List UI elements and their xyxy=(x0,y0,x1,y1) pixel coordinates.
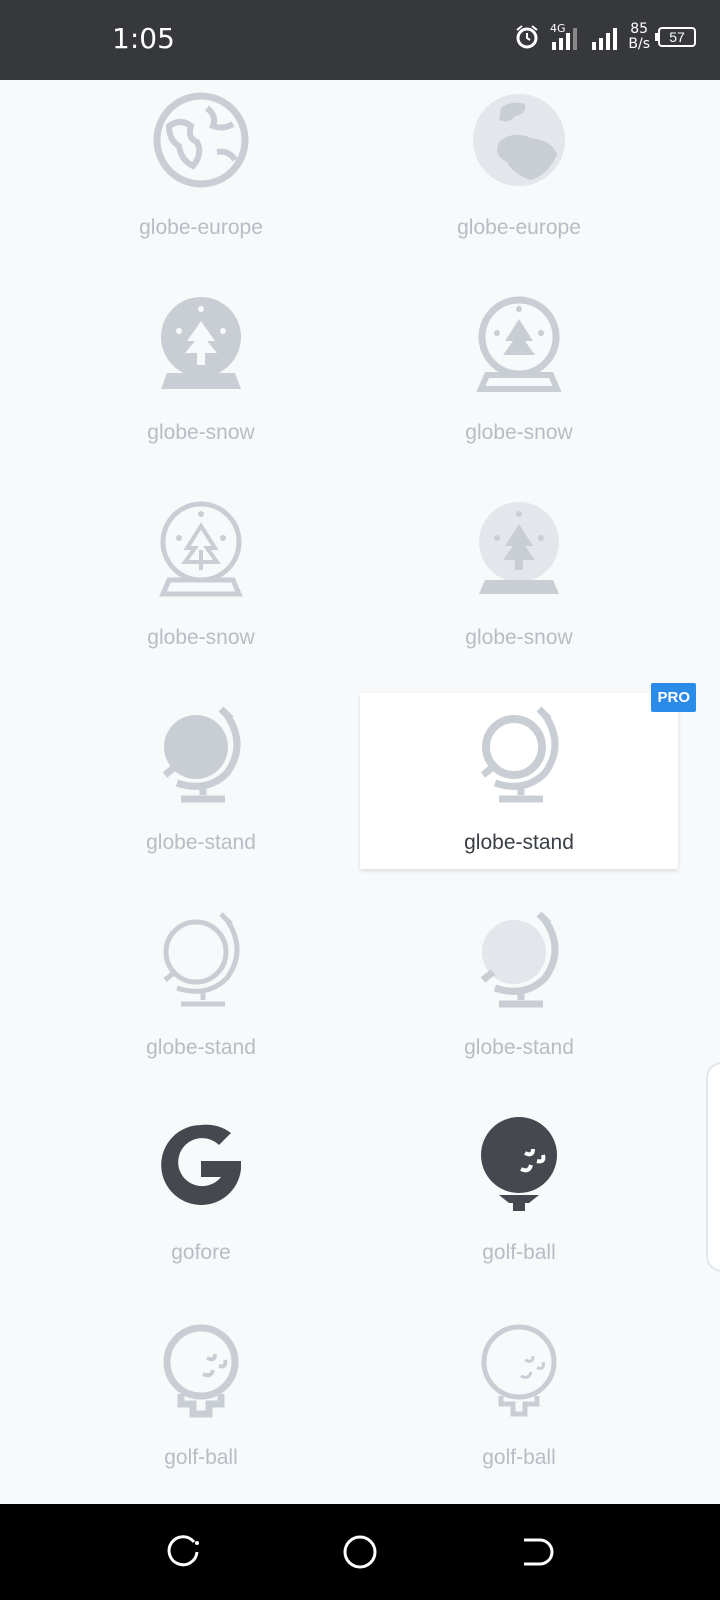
globe-europe-icon-outline xyxy=(153,92,249,188)
globe-snow-icon-duotone xyxy=(479,502,559,594)
golf-ball-icon-regular xyxy=(163,1324,239,1418)
icon-tile[interactable]: globe-stand xyxy=(42,898,360,1074)
icon-tile[interactable]: globe-stand xyxy=(42,693,360,869)
icon-tile[interactable]: globe-snow xyxy=(42,488,360,664)
icon-label: globe-snow xyxy=(465,626,573,649)
icon-tile[interactable]: gofore xyxy=(42,1103,360,1279)
network-speed-unit: B/s xyxy=(628,36,650,52)
globe-snow-icon-light xyxy=(159,501,243,597)
icon-label: globe-europe xyxy=(139,216,263,239)
signal-icon xyxy=(592,28,618,50)
icon-label: golf-ball xyxy=(482,1446,556,1469)
status-right: 4G 85 B/s 57 xyxy=(514,22,696,52)
icon-label: globe-snow xyxy=(147,421,255,444)
icon-label: globe-snow xyxy=(465,421,573,444)
globe-stand-icon-solid xyxy=(162,706,241,803)
icon-label: globe-stand xyxy=(146,1036,256,1059)
icon-tile[interactable]: globe-stand xyxy=(360,898,678,1074)
icon-grid-scroll[interactable]: globe-europe globe-europe globe-snow glo… xyxy=(0,80,720,1504)
status-time: 1:05 xyxy=(112,22,175,55)
battery-icon: 57 xyxy=(655,27,696,47)
icon-tile[interactable]: globe-snow xyxy=(360,283,678,459)
icon-tile[interactable]: golf-ball xyxy=(360,1103,678,1279)
globe-europe-icon-duotone xyxy=(473,94,565,186)
pro-badge: PRO xyxy=(651,683,696,712)
back-icon[interactable] xyxy=(516,1532,556,1572)
network-speed: 85 B/s xyxy=(628,22,650,52)
home-icon[interactable] xyxy=(340,1532,380,1572)
icon-label: globe-stand xyxy=(464,1036,574,1059)
icon-tile[interactable]: golf-ball xyxy=(360,1308,678,1484)
signal-4g-icon: 4G xyxy=(550,22,578,50)
side-panel-handle[interactable] xyxy=(706,1062,720,1272)
icon-tile[interactable]: globe-europe xyxy=(42,80,360,254)
globe-stand-icon-light xyxy=(163,912,240,1007)
globe-snow-icon-solid xyxy=(161,297,241,389)
alarm-icon xyxy=(516,25,538,49)
icon-tile[interactable]: globe-europe xyxy=(360,80,678,254)
status-bar: 1:05 4G 85 B/s 57 xyxy=(0,0,720,80)
icon-tile[interactable]: golf-ball xyxy=(42,1308,360,1484)
network-speed-value: 85 xyxy=(630,21,649,37)
globe-snow-icon-regular xyxy=(476,296,562,392)
navigation-bar xyxy=(0,1504,720,1600)
recent-apps-icon[interactable] xyxy=(164,1532,204,1572)
svg-text:4G: 4G xyxy=(550,22,566,35)
icon-label: globe-europe xyxy=(457,216,581,239)
icon-tile[interactable]: globe-stand PRO xyxy=(360,683,696,869)
icon-tile[interactable]: globe-snow xyxy=(360,488,678,664)
icon-label: globe-snow xyxy=(147,626,255,649)
icon-tile[interactable]: globe-snow xyxy=(42,283,360,459)
globe-stand-icon-duotone xyxy=(480,911,559,1008)
golf-ball-icon-light xyxy=(481,1324,557,1417)
gofore-icon xyxy=(161,1124,241,1205)
icon-label: golf-ball xyxy=(164,1446,238,1469)
icon-label: globe-stand xyxy=(464,831,574,854)
icon-label: globe-stand xyxy=(146,831,256,854)
icon-label: gofore xyxy=(171,1241,231,1264)
globe-stand-icon-regular xyxy=(480,706,559,803)
golf-ball-icon-solid xyxy=(481,1117,557,1211)
icon-label: golf-ball xyxy=(482,1241,556,1264)
